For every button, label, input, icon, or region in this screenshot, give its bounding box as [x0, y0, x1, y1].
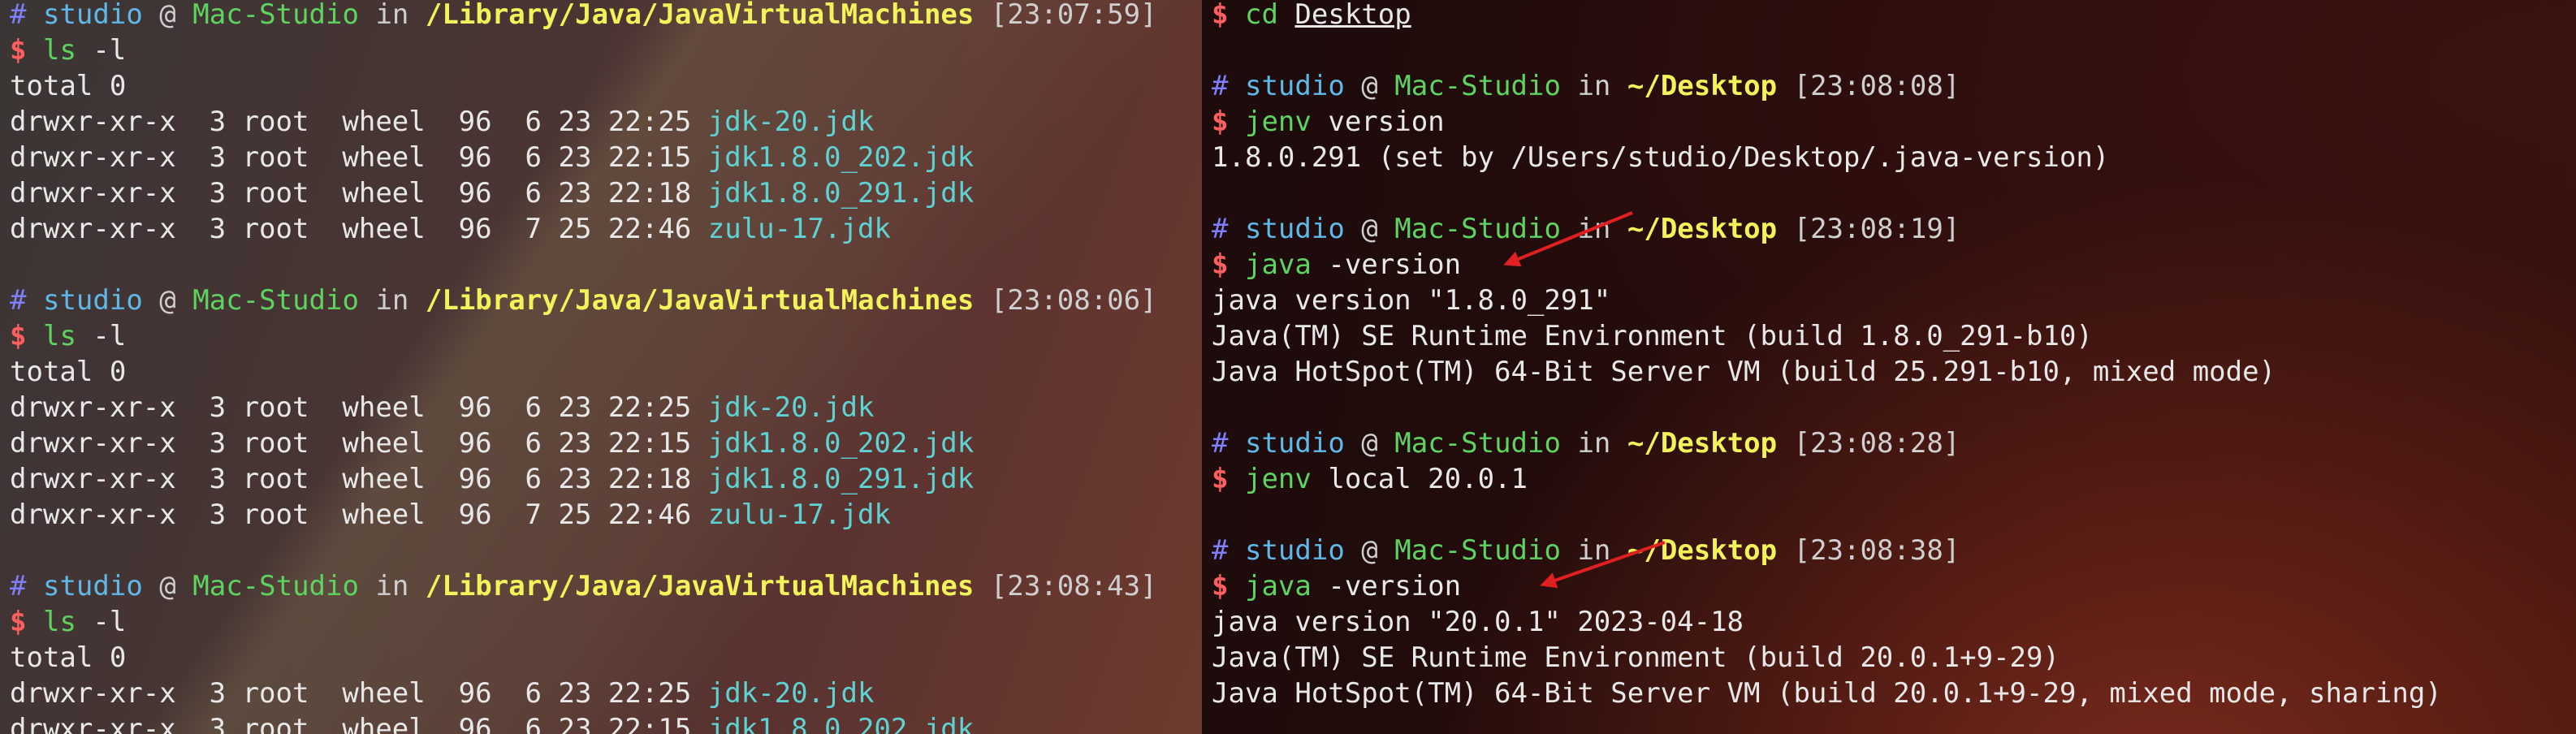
prompt-line: # studio @ Mac-Studio in /Library/Java/J…: [10, 284, 1157, 317]
terminal-pane-left[interactable]: # studio @ Mac-Studio in /Library/Java/J…: [0, 0, 1202, 734]
output-line: Java HotSpot(TM) 64-Bit Server VM (build…: [1212, 356, 2276, 388]
command-line: $ jenv local 20.0.1: [1212, 463, 1528, 495]
output-line: Java HotSpot(TM) 64-Bit Server VM (build…: [1212, 677, 2442, 710]
output-line: java version "1.8.0_291": [1212, 284, 1611, 317]
terminal-output-left: # studio @ Mac-Studio in /Library/Java/J…: [10, 0, 1202, 734]
command-line: $ ls -l: [10, 320, 127, 352]
prompt-line: # studio @ Mac-Studio in ~/Desktop [23:0…: [1212, 534, 1960, 567]
command-line: $ java -version: [1212, 570, 1462, 602]
command-line: $ jenv version: [1212, 106, 1445, 138]
terminal-pane-right[interactable]: $ cd Desktop # studio @ Mac-Studio in ~/…: [1202, 0, 2576, 734]
output-line: Java(TM) SE Runtime Environment (build 2…: [1212, 641, 2060, 674]
listing-row: drwxr-xr-x 3 root wheel 96 6 23 22:15 jd…: [10, 141, 975, 174]
terminal-output-right: $ cd Desktop # studio @ Mac-Studio in ~/…: [1212, 0, 2576, 711]
output-line: total 0: [10, 356, 127, 388]
prompt-line: # studio @ Mac-Studio in ~/Desktop [23:0…: [1212, 427, 1960, 460]
terminal-screenshot: # studio @ Mac-Studio in /Library/Java/J…: [0, 0, 2576, 734]
listing-row: drwxr-xr-x 3 root wheel 96 7 25 22:46 zu…: [10, 213, 891, 245]
output-line: total 0: [10, 70, 127, 102]
output-line: total 0: [10, 641, 127, 674]
command-line: $ ls -l: [10, 606, 127, 638]
command-line: $ ls -l: [10, 34, 127, 67]
output-line: 1.8.0.291 (set by /Users/studio/Desktop/…: [1212, 141, 2110, 174]
output-line: Java(TM) SE Runtime Environment (build 1…: [1212, 320, 2093, 352]
prompt-line: # studio @ Mac-Studio in ~/Desktop [23:0…: [1212, 213, 1960, 245]
listing-row: drwxr-xr-x 3 root wheel 96 6 23 22:25 jd…: [10, 677, 875, 710]
listing-row: drwxr-xr-x 3 root wheel 96 6 23 22:15 jd…: [10, 713, 975, 734]
listing-row: drwxr-xr-x 3 root wheel 96 6 23 22:18 jd…: [10, 463, 975, 495]
prompt-line: # studio @ Mac-Studio in ~/Desktop [23:0…: [1212, 70, 1960, 102]
listing-row: drwxr-xr-x 3 root wheel 96 6 23 22:25 jd…: [10, 106, 875, 138]
prompt-line: # studio @ Mac-Studio in /Library/Java/J…: [10, 570, 1157, 602]
output-line: java version "20.0.1" 2023-04-18: [1212, 606, 1744, 638]
listing-row: drwxr-xr-x 3 root wheel 96 7 25 22:46 zu…: [10, 499, 891, 531]
listing-row: drwxr-xr-x 3 root wheel 96 6 23 22:18 jd…: [10, 177, 975, 209]
command-line: $ cd Desktop: [1212, 0, 1411, 31]
listing-row: drwxr-xr-x 3 root wheel 96 6 23 22:15 jd…: [10, 427, 975, 460]
prompt-line: # studio @ Mac-Studio in /Library/Java/J…: [10, 0, 1157, 31]
listing-row: drwxr-xr-x 3 root wheel 96 6 23 22:25 jd…: [10, 391, 875, 424]
command-line: $ java -version: [1212, 248, 1462, 281]
